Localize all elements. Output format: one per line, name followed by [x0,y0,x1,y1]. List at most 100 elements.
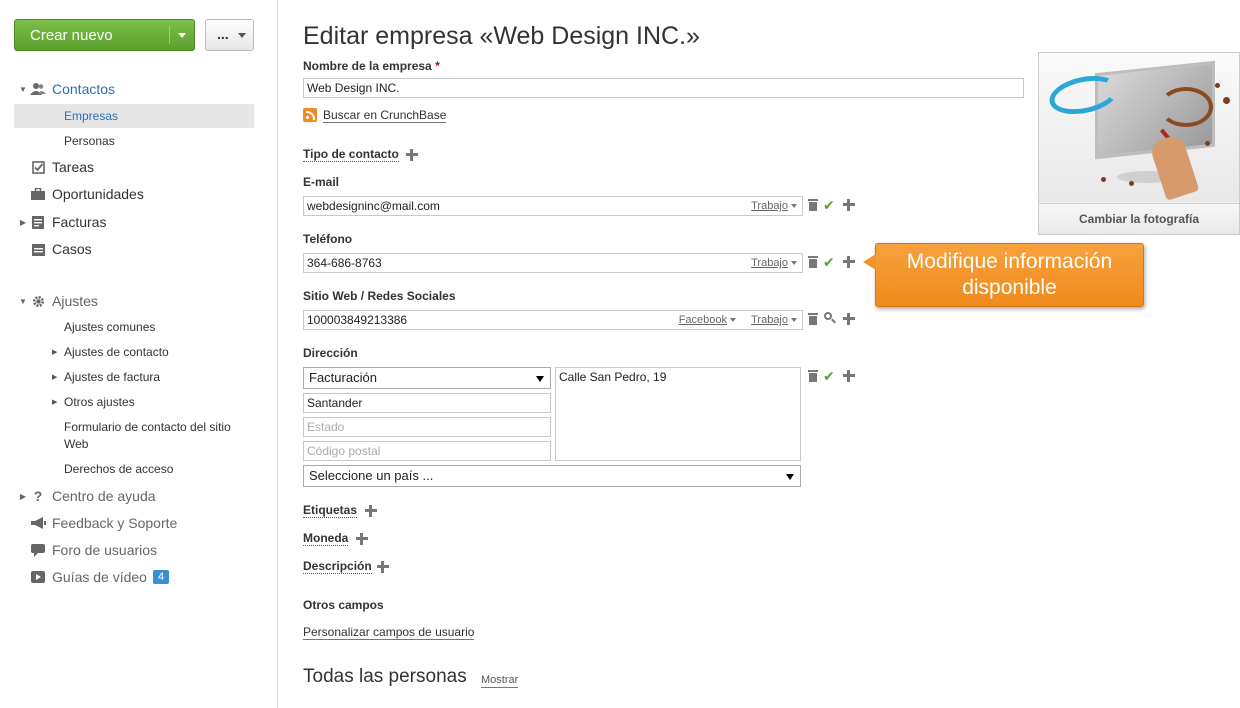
phone-value: 364-686-8763 [307,256,382,270]
page-title: Editar empresa «Web Design INC.» [303,22,700,50]
triangle-down-icon[interactable]: ▼ [16,85,30,94]
video-icon [30,570,46,584]
chevron-down-icon[interactable] [178,33,186,38]
delete-phone-trash-icon[interactable] [808,256,818,268]
nav-invoices[interactable]: ▶ Facturas [14,210,254,234]
change-photo-button[interactable]: Cambiar la fotografía [1039,203,1239,234]
nav-cases-label: Casos [52,241,92,257]
nav-opportunities[interactable]: Oportunidades [14,182,254,206]
nav-companies[interactable]: Empresas [14,104,254,128]
create-new-label: Crear nuevo [30,26,113,44]
info-tooltip: Modifique información disponible [863,243,1144,307]
custom-fields-link[interactable]: Personalizar campos de usuario [303,625,475,640]
settings-webform-label: Formulario de contacto del sitio Web [64,420,231,451]
chevron-down-icon [536,376,544,382]
add-email-plus-icon[interactable] [843,199,855,211]
primary-email-check-icon[interactable]: ✔ [823,198,835,212]
contact-type-toggle[interactable]: Tipo de contacto [303,147,399,162]
nav-persons-label: Personas [64,134,115,148]
triangle-right-icon[interactable]: ▶ [16,218,30,227]
website-input[interactable]: 100003849213386 Facebook Trabajo [303,310,803,330]
settings-access-label: Derechos de acceso [64,462,174,476]
company-name-input[interactable]: Web Design INC. [303,78,1024,98]
users-icon [30,82,46,96]
address-state-input[interactable]: Estado [303,417,551,437]
settings-common-label: Ajustes comunes [64,320,156,334]
primary-phone-check-icon[interactable]: ✔ [823,255,835,269]
add-phone-plus-icon[interactable] [843,256,855,268]
nav-feedback[interactable]: Feedback y Soporte [14,511,254,535]
nav-invoices-label: Facturas [52,214,107,230]
nav-settings-label: Ajustes [52,293,98,309]
email-type-dropdown[interactable]: Trabajo [751,197,797,215]
nav-help-center[interactable]: ▶ ? Centro de ayuda [14,484,254,508]
sidebar: Crear nuevo ... ▼ Contactos Empresas Per… [0,0,278,708]
settings-access[interactable]: Derechos de acceso [50,461,250,478]
address-street-textarea[interactable]: Calle San Pedro, 19 [555,367,801,461]
currency-toggle[interactable]: Moneda [303,531,349,546]
search-icon[interactable] [824,312,836,324]
tags-toggle[interactable]: Etiquetas [303,503,358,518]
phone-type-dropdown[interactable]: Trabajo [751,254,797,272]
chevron-down-icon [786,474,794,480]
triangle-right-icon: ▶ [52,349,58,356]
delete-website-trash-icon[interactable] [808,313,818,325]
phone-input[interactable]: 364-686-8763 Trabajo [303,253,803,273]
all-persons-title: Todas las personas [303,666,467,687]
megaphone-icon [30,516,46,530]
create-new-button[interactable]: Crear nuevo [14,19,195,51]
show-persons-link[interactable]: Mostrar [481,673,519,688]
triangle-right-icon[interactable]: ▶ [16,492,30,501]
more-actions-button[interactable]: ... [205,19,254,51]
settings-contact-label: Ajustes de contacto [64,345,169,359]
add-address-plus-icon[interactable] [843,370,855,382]
nav-opportunities-label: Oportunidades [52,186,144,202]
settings-common[interactable]: Ajustes comunes [50,319,250,336]
country-select[interactable]: Seleccione un país ... [303,465,801,487]
triangle-right-icon: ▶ [52,374,58,381]
website-network-dropdown[interactable]: Facebook [679,311,736,329]
phone-label: Teléfono [303,232,353,246]
website-type-label: Trabajo [751,314,788,326]
company-name-label: Nombre de la empresa * [303,59,440,73]
website-network-label: Facebook [678,314,727,326]
nav-forum[interactable]: Foro de usuarios [14,538,254,562]
address-type-select[interactable]: Facturación [303,367,551,389]
website-label: Sitio Web / Redes Sociales [303,289,456,303]
add-tag-plus-icon[interactable] [365,505,377,517]
nav-tasks[interactable]: Tareas [14,155,254,179]
address-city-input[interactable]: Santander [303,393,551,413]
nav-video-guides[interactable]: Guías de vídeo 4 [14,565,254,589]
website-type-dropdown[interactable]: Trabajo [751,311,797,329]
email-input[interactable]: webdesigninc@mail.com Trabajo [303,196,803,216]
nav-help-center-label: Centro de ayuda [52,488,156,504]
description-toggle[interactable]: Descripción [303,559,372,574]
settings-invoice[interactable]: ▶ Ajustes de factura [50,369,250,386]
other-fields-label: Otros campos [303,598,384,612]
nav-persons[interactable]: Personas [14,129,254,153]
add-currency-plus-icon[interactable] [356,533,368,545]
cases-icon [30,242,46,256]
delete-address-trash-icon[interactable] [808,370,818,382]
address-zip-input[interactable]: Código postal [303,441,551,461]
nav-contacts[interactable]: ▼ Contactos [14,77,254,101]
nav-settings[interactable]: ▼ Ajustes [14,289,254,313]
settings-contact[interactable]: ▶ Ajustes de contacto [50,344,250,361]
create-new-separator [169,26,170,44]
crunchbase-link[interactable]: Buscar en CrunchBase [323,108,447,123]
nav-cases[interactable]: Casos [14,237,254,261]
address-street-value: Calle San Pedro, 19 [559,370,667,384]
add-website-plus-icon[interactable] [843,313,855,325]
triangle-down-icon[interactable]: ▼ [16,297,30,306]
delete-email-trash-icon[interactable] [808,199,818,211]
phone-type-label: Trabajo [751,257,788,269]
add-description-plus-icon[interactable] [377,561,389,573]
add-contact-type-plus-icon[interactable] [406,149,418,161]
nav-contacts-label: Contactos [52,81,116,97]
company-name-value: Web Design INC. [307,81,400,95]
settings-webform[interactable]: Formulario de contacto del sitio Web [50,419,246,453]
briefcase-icon [30,187,46,201]
nav-forum-label: Foro de usuarios [52,542,158,558]
settings-other[interactable]: ▶ Otros ajustes [50,394,250,411]
primary-address-check-icon[interactable]: ✔ [823,369,835,383]
